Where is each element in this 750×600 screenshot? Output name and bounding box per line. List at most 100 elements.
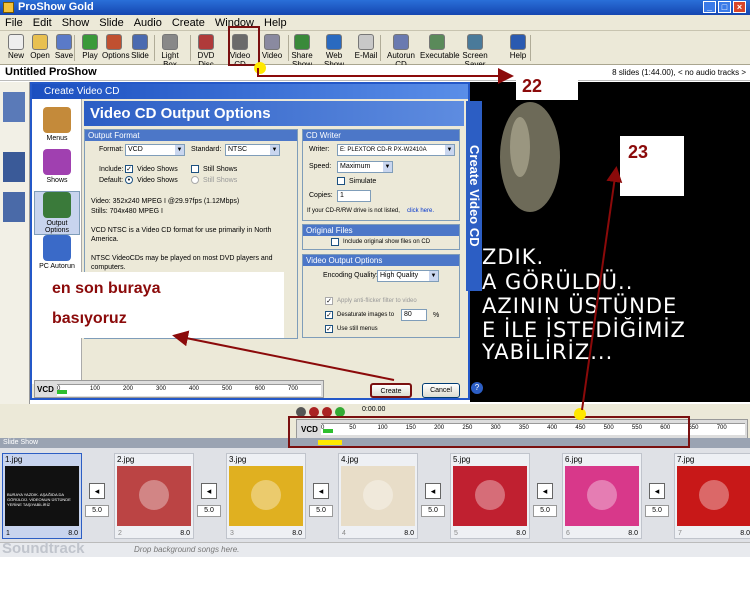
thumb-image[interactable] — [3, 92, 25, 122]
slide-thumbnail — [565, 466, 639, 526]
include-original-files-checkbox[interactable] — [331, 238, 339, 246]
toolbar-save-button[interactable]: Save — [52, 33, 76, 63]
slide-number: 7 — [678, 530, 682, 537]
simulate-checkbox[interactable] — [337, 177, 345, 185]
click-here-link[interactable]: click here. — [407, 208, 434, 214]
toolbar-open-button[interactable]: Open — [28, 33, 52, 63]
menu-edit[interactable]: Edit — [28, 15, 57, 31]
slide-duration[interactable]: 8.0 — [516, 530, 526, 537]
folder-pane[interactable] — [0, 82, 30, 412]
close-button[interactable]: × — [733, 1, 746, 13]
desaturate-checkbox[interactable]: ✓ — [325, 311, 333, 319]
slide-item[interactable]: 7.jpg 8.0 7 — [674, 453, 750, 539]
slide-duration[interactable]: 8.0 — [740, 530, 750, 537]
minimize-button[interactable]: _ — [703, 1, 716, 13]
default-still-radio[interactable] — [191, 176, 199, 184]
sidebar-item-output-options[interactable]: Output Options — [34, 191, 80, 235]
toolbar-share-show-button[interactable]: Share Show — [290, 33, 314, 69]
help-icon[interactable]: ? — [471, 382, 483, 394]
toolbar-light-box-button[interactable]: Light Box — [158, 33, 182, 69]
standard-label: Standard: — [191, 146, 222, 153]
toolbar-dvd-disc-button[interactable]: DVD Disc — [194, 33, 218, 69]
thumb-image[interactable] — [3, 152, 25, 182]
cancel-button[interactable]: Cancel — [422, 383, 460, 398]
copies-input[interactable]: 1 — [337, 190, 371, 202]
transition-duration[interactable]: 5.0 — [197, 505, 221, 517]
transition-slot[interactable]: ◂ 5.0 — [84, 453, 112, 539]
encoding-quality-select[interactable]: High Quality ▼ — [377, 270, 439, 282]
toolbar-autorun-cd-button[interactable]: Autorun CD — [384, 33, 418, 69]
maximize-button[interactable]: □ — [718, 1, 731, 13]
slide-duration[interactable]: 8.0 — [404, 530, 414, 537]
transition-duration[interactable]: 5.0 — [421, 505, 445, 517]
toolbar-screen-saver-button[interactable]: Screen Saver — [458, 33, 492, 69]
menu-create[interactable]: Create — [167, 15, 210, 31]
include-still-checkbox[interactable] — [191, 165, 199, 173]
menu-help[interactable]: Help — [259, 15, 292, 31]
include-video-checkbox[interactable]: ✓ — [125, 165, 133, 173]
toolbar-label: Slide — [131, 51, 149, 60]
toolbar-new-button[interactable]: New — [4, 33, 28, 63]
preview-text-line: AZININ ÜSTÜNDE — [482, 294, 678, 318]
slide-duration[interactable]: 8.0 — [628, 530, 638, 537]
format-select[interactable]: VCD ▼ — [125, 144, 185, 156]
slide-number: 4 — [342, 530, 346, 537]
capacity-fill — [57, 390, 67, 394]
slide-item[interactable]: 4.jpg 8.0 4 — [338, 453, 418, 539]
slide-duration[interactable]: 8.0 — [180, 530, 190, 537]
antiflicker-label: Apply anti-flicker filter to video — [337, 298, 417, 304]
slide-item[interactable]: 3.jpg 8.0 3 — [226, 453, 306, 539]
antiflicker-checkbox[interactable]: ✓ — [325, 297, 333, 305]
annotation-box-22: 22 — [516, 74, 578, 100]
transition-duration[interactable]: 5.0 — [85, 505, 109, 517]
transition-icon[interactable]: ◂ — [201, 483, 217, 499]
menu-audio[interactable]: Audio — [129, 15, 167, 31]
toolbar-e-mail-button[interactable]: E-Mail — [354, 33, 378, 63]
soundtrack-bar[interactable]: Soundtrack Drop background songs here. — [0, 540, 750, 557]
still-menus-checkbox[interactable]: ✓ — [325, 325, 333, 333]
slide-item[interactable]: 1.jpg BURAYA YAZDIK. AŞAĞIDA DA GÖRÜLDÜ. … — [2, 453, 82, 539]
default-video-radio[interactable]: • — [125, 176, 133, 184]
transition-slot[interactable]: ◂ 5.0 — [196, 453, 224, 539]
transition-icon[interactable]: ◂ — [649, 483, 665, 499]
transition-icon[interactable]: ◂ — [89, 483, 105, 499]
transition-duration[interactable]: 5.0 — [533, 505, 557, 517]
sidebar-item-pc-autorun[interactable]: PC Autorun — [34, 235, 80, 270]
standard-select[interactable]: NTSC ▼ — [225, 144, 280, 156]
toolbar-help-button[interactable]: Help — [506, 33, 530, 63]
transition-slot[interactable]: ◂ 5.0 — [308, 453, 336, 539]
transition-icon[interactable]: ◂ — [313, 483, 329, 499]
transition-slot[interactable]: ◂ 5.0 — [420, 453, 448, 539]
toolbar-slide-button[interactable]: Slide — [128, 33, 152, 63]
slide-item[interactable]: 5.jpg 8.0 5 — [450, 453, 530, 539]
create-button[interactable]: Create — [370, 383, 412, 398]
toolbar-video-button[interactable]: Video — [260, 33, 284, 63]
slide-item[interactable]: 6.jpg 8.0 6 — [562, 453, 642, 539]
menu-file[interactable]: File — [0, 15, 28, 31]
transition-icon[interactable]: ◂ — [537, 483, 553, 499]
transition-icon[interactable]: ◂ — [425, 483, 441, 499]
open-icon — [32, 34, 48, 50]
transition-slot[interactable]: ◂ 5.0 — [532, 453, 560, 539]
toolbar-options-button[interactable]: Options — [102, 33, 130, 63]
slide-duration[interactable]: 8.0 — [68, 530, 78, 537]
sidebar-item-shows[interactable]: Shows — [34, 149, 80, 184]
sidebar-item-menus[interactable]: Menus — [34, 107, 80, 142]
transition-duration[interactable]: 5.0 — [309, 505, 333, 517]
menu-slide[interactable]: Slide — [94, 15, 128, 31]
transition-duration[interactable]: 5.0 — [645, 505, 669, 517]
ruler-tick-label: 200 — [123, 386, 134, 392]
cd-writer-group: CD Writer Writer: E: PLEXTOR CD-R PX-W24… — [302, 129, 460, 221]
desaturate-input[interactable]: 80 — [401, 309, 427, 321]
slide-duration[interactable]: 8.0 — [292, 530, 302, 537]
shows-icon — [43, 149, 71, 175]
transition-slot[interactable]: ◂ 5.0 — [644, 453, 672, 539]
menu-show[interactable]: Show — [57, 15, 95, 31]
thumb-image[interactable] — [3, 192, 25, 222]
toolbar-web-show-button[interactable]: Web Show — [322, 33, 346, 69]
toolbar-executable-button[interactable]: Executable — [420, 33, 460, 63]
writer-select[interactable]: E: PLEXTOR CD-R PX-W2410A ▼ — [337, 144, 455, 156]
slide-item[interactable]: 2.jpg 8.0 2 — [114, 453, 194, 539]
speed-select[interactable]: Maximum ▼ — [337, 161, 393, 173]
toolbar-play-button[interactable]: Play — [78, 33, 102, 63]
